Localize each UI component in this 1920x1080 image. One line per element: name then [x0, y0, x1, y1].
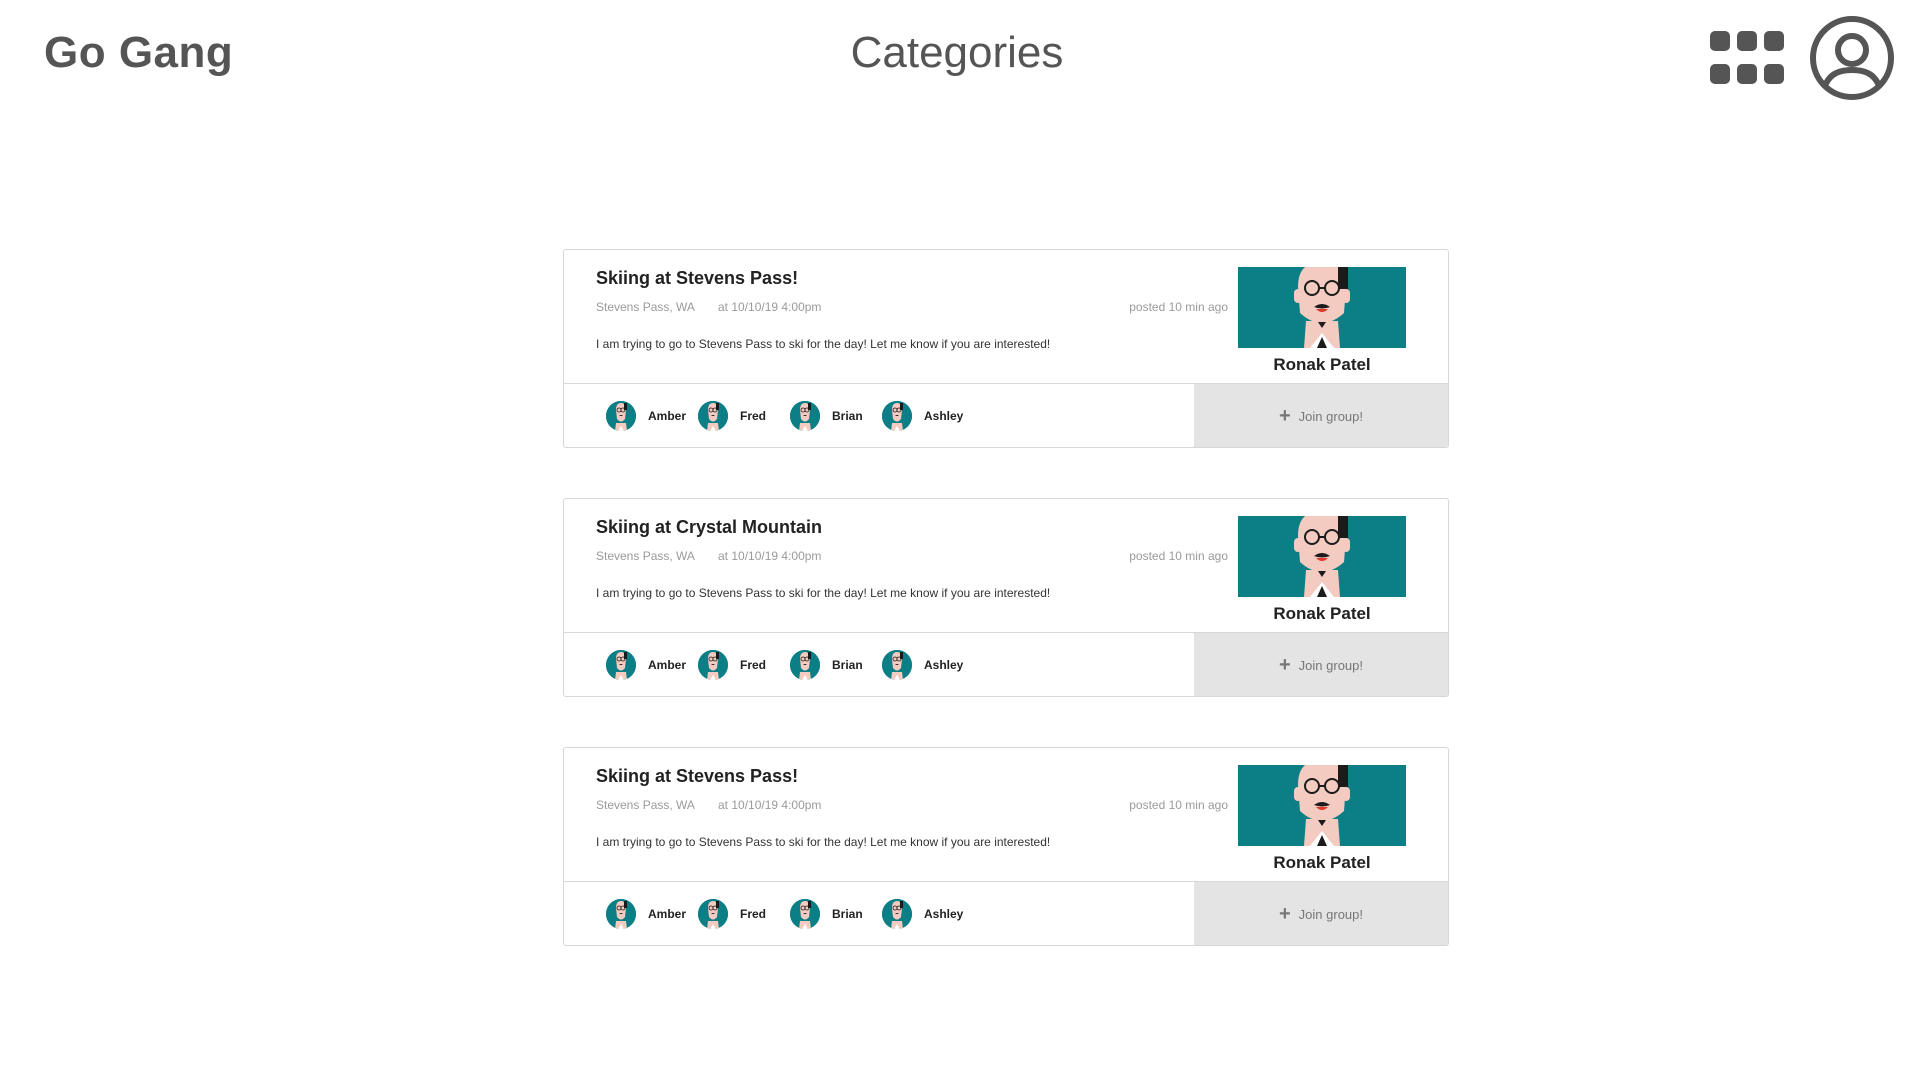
member-avatar	[698, 650, 728, 680]
card-members-bar: Amber Fred Brian Ashley + Join group!	[564, 633, 1448, 696]
join-group-label: Join group!	[1298, 408, 1363, 424]
card-title: Skiing at Stevens Pass!	[596, 766, 799, 786]
member-name: Amber	[648, 907, 687, 921]
card-time: at 10/10/19 4:00pm	[718, 549, 822, 563]
join-group-label: Join group!	[1298, 657, 1363, 673]
plus-icon: +	[1278, 903, 1291, 925]
member-name: Fred	[740, 658, 767, 672]
member-avatar	[790, 650, 820, 680]
join-group-button[interactable]: + Join group!	[1194, 633, 1448, 696]
card-title: Skiing at Crystal Mountain	[596, 517, 823, 537]
grid-icon	[1710, 31, 1730, 51]
member-avatar	[790, 899, 820, 929]
member-avatar	[606, 899, 636, 929]
member-item[interactable]: Ashley	[882, 400, 963, 432]
host-name[interactable]: Ronak Patel	[1238, 853, 1406, 873]
page-title: Categories	[850, 28, 1064, 77]
member-item[interactable]: Amber	[606, 649, 686, 681]
card-location: Stevens Pass, WA	[596, 549, 695, 563]
card-title: Skiing at Stevens Pass!	[596, 268, 799, 288]
card-details[interactable]: Skiing at Stevens Pass! Stevens Pass, WA…	[564, 748, 1448, 882]
card-members-bar: Amber Fred Brian Ashley + Join group!	[564, 384, 1448, 447]
plus-icon: +	[1278, 405, 1291, 427]
member-avatar	[882, 401, 912, 431]
plus-icon: +	[1278, 654, 1291, 676]
member-avatar	[698, 401, 728, 431]
group-card: Skiing at Stevens Pass! Stevens Pass, WA…	[563, 747, 1449, 946]
card-time: at 10/10/19 4:00pm	[718, 798, 822, 812]
member-name: Brian	[832, 907, 863, 921]
member-item[interactable]: Amber	[606, 400, 686, 432]
member-avatar	[606, 401, 636, 431]
member-item[interactable]: Ashley	[882, 649, 963, 681]
host-name[interactable]: Ronak Patel	[1238, 355, 1406, 375]
member-item[interactable]: Fred	[698, 649, 766, 681]
card-members-bar: Amber Fred Brian Ashley + Join group!	[564, 882, 1448, 945]
card-description: I am trying to go to Stevens Pass to ski…	[596, 835, 1051, 849]
grid-icon-dot	[1737, 64, 1757, 84]
member-item[interactable]: Ashley	[882, 898, 963, 930]
card-description: I am trying to go to Stevens Pass to ski…	[596, 586, 1051, 600]
grid-icon-dot	[1710, 64, 1730, 84]
host-photo	[1238, 516, 1406, 597]
profile-button[interactable]	[1808, 14, 1896, 102]
host-name[interactable]: Ronak Patel	[1238, 604, 1406, 624]
group-card: Skiing at Stevens Pass! Stevens Pass, WA…	[563, 249, 1449, 448]
card-posted-time: posted 10 min ago	[1129, 300, 1228, 314]
member-avatar	[698, 899, 728, 929]
card-posted-time: posted 10 min ago	[1129, 798, 1228, 812]
host-avatar-illustration	[1238, 267, 1406, 348]
card-location: Stevens Pass, WA	[596, 300, 695, 314]
member-name: Ashley	[924, 409, 964, 423]
member-name: Ashley	[924, 907, 964, 921]
grid-icon-dot	[1764, 64, 1784, 84]
card-time: at 10/10/19 4:00pm	[718, 300, 822, 314]
card-description: I am trying to go to Stevens Pass to ski…	[596, 337, 1051, 351]
join-group-button[interactable]: + Join group!	[1194, 384, 1448, 447]
host-photo	[1238, 765, 1406, 846]
member-name: Fred	[740, 907, 767, 921]
apps-grid-button[interactable]	[1710, 31, 1784, 87]
card-details[interactable]: Skiing at Stevens Pass! Stevens Pass, WA…	[564, 250, 1448, 384]
host-avatar-illustration	[1238, 765, 1406, 846]
member-name: Fred	[740, 409, 767, 423]
member-item[interactable]: Fred	[698, 400, 766, 432]
member-item[interactable]: Brian	[790, 649, 863, 681]
grid-icon-dot	[1764, 31, 1784, 51]
card-location: Stevens Pass, WA	[596, 798, 695, 812]
member-name: Brian	[832, 409, 863, 423]
grid-icon-dot	[1737, 31, 1757, 51]
user-circle-icon	[1810, 16, 1894, 100]
member-item[interactable]: Brian	[790, 898, 863, 930]
member-item[interactable]: Brian	[790, 400, 863, 432]
group-feed: Skiing at Stevens Pass! Stevens Pass, WA…	[563, 249, 1449, 996]
member-item[interactable]: Fred	[698, 898, 766, 930]
host-photo	[1238, 267, 1406, 348]
member-name: Brian	[832, 658, 863, 672]
top-header: Go Gang Categories	[0, 0, 1920, 115]
card-details[interactable]: Skiing at Crystal Mountain Stevens Pass,…	[564, 499, 1448, 633]
member-item[interactable]: Amber	[606, 898, 686, 930]
member-avatar	[882, 650, 912, 680]
member-name: Ashley	[924, 658, 964, 672]
join-group-label: Join group!	[1298, 906, 1363, 922]
host-avatar-illustration	[1238, 516, 1406, 597]
member-avatar	[790, 401, 820, 431]
card-posted-time: posted 10 min ago	[1129, 549, 1228, 563]
member-avatar	[882, 899, 912, 929]
group-card: Skiing at Crystal Mountain Stevens Pass,…	[563, 498, 1449, 697]
join-group-button[interactable]: + Join group!	[1194, 882, 1448, 945]
member-name: Amber	[648, 409, 687, 423]
member-name: Amber	[648, 658, 687, 672]
member-avatar	[606, 650, 636, 680]
